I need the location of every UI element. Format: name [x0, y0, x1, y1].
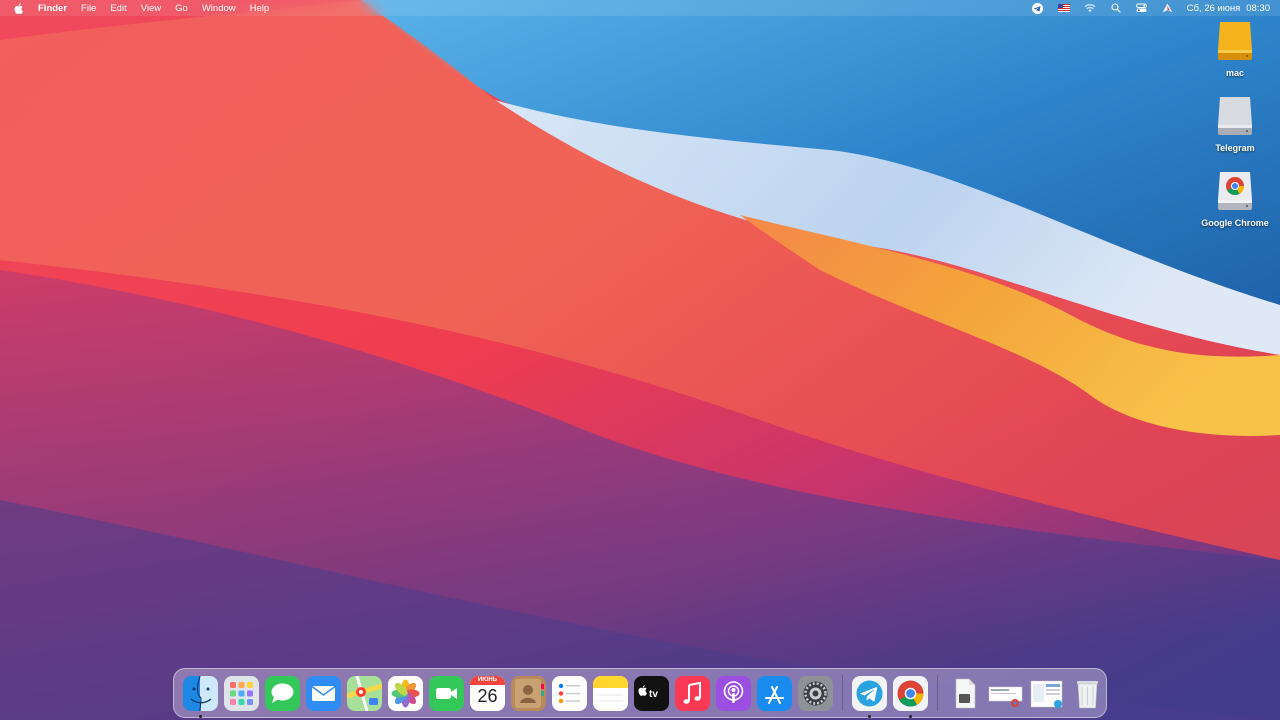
- apple-menu-icon[interactable]: [14, 2, 24, 14]
- menu-app-name[interactable]: Finder: [38, 3, 67, 14]
- dock-calendar[interactable]: ИЮНЬ 26: [470, 675, 505, 711]
- dock-photos[interactable]: [388, 675, 423, 711]
- desktop-icon-google-chrome[interactable]: Google Chrome: [1190, 170, 1280, 245]
- running-indicator: [909, 714, 912, 718]
- desktop-icon-label: mac: [1225, 68, 1244, 78]
- telegram-icon: [852, 675, 887, 711]
- dock-google-chrome[interactable]: [893, 675, 928, 718]
- music-icon: [675, 675, 710, 711]
- calendar-month: ИЮНЬ: [477, 676, 498, 683]
- chrome-disk-icon: [1213, 170, 1257, 214]
- notes-icon: [593, 675, 628, 711]
- document-icon: [955, 678, 976, 708]
- podcasts-icon: [716, 675, 751, 711]
- svg-text:tv: tv: [649, 689, 658, 700]
- running-indicator: [868, 714, 871, 718]
- dock-mail[interactable]: [306, 675, 341, 711]
- wifi-icon[interactable]: [1083, 2, 1097, 14]
- vpn-icon[interactable]: [1161, 2, 1175, 14]
- menu-help[interactable]: Help: [250, 3, 270, 14]
- dock-app-store[interactable]: [757, 675, 792, 711]
- dock-system-preferences[interactable]: [798, 675, 833, 711]
- clock-time: 08:30: [1246, 2, 1270, 14]
- chrome-icon: [893, 675, 928, 711]
- dock-downloads-stack[interactable]: [988, 676, 1023, 711]
- dock-trash[interactable]: [1070, 676, 1105, 711]
- dock-telegram[interactable]: [852, 675, 887, 718]
- reminders-icon: [552, 675, 587, 711]
- calendar-day: 26: [477, 685, 498, 706]
- dock-facetime[interactable]: [429, 675, 464, 711]
- dock-maps[interactable]: [347, 675, 382, 711]
- gear-icon: [798, 675, 833, 711]
- menu-bar: Finder File Edit View Go Window Help Сб,…: [0, 0, 1280, 16]
- dock-contacts[interactable]: [511, 675, 546, 711]
- dock-notes[interactable]: [593, 675, 628, 711]
- dock-separator: [842, 675, 843, 711]
- dock-screenshots-stack[interactable]: [1029, 676, 1064, 711]
- finder-icon: [183, 675, 218, 711]
- dock-reminders[interactable]: [552, 675, 587, 711]
- desktop-icons: mac Telegram Google Chrome: [1190, 20, 1280, 245]
- dock-launchpad[interactable]: [224, 675, 259, 711]
- running-indicator: [199, 714, 202, 718]
- control-center-icon[interactable]: [1135, 2, 1149, 14]
- trash-icon: [1077, 680, 1098, 708]
- desktop-icon-mac[interactable]: mac: [1190, 20, 1280, 95]
- desktop-icon-label: Telegram: [1215, 143, 1255, 153]
- dock-music[interactable]: [675, 675, 710, 711]
- disk-image-icon: [1213, 95, 1257, 139]
- desktop-icon-telegram[interactable]: Telegram: [1190, 95, 1280, 170]
- desktop-icon-label: Google Chrome: [1201, 218, 1269, 228]
- contacts-icon: [511, 675, 546, 711]
- dock-messages[interactable]: [265, 675, 300, 711]
- stack-icon: [988, 686, 1023, 707]
- dock-podcasts[interactable]: [716, 675, 751, 711]
- dock-finder[interactable]: [183, 675, 218, 718]
- app-store-icon: [757, 675, 792, 711]
- desktop-wallpaper: [0, 0, 1280, 720]
- menu-file[interactable]: File: [81, 3, 96, 14]
- mail-icon: [306, 675, 341, 711]
- search-icon[interactable]: [1109, 2, 1123, 14]
- dock: ИЮНЬ 26 tv: [173, 668, 1107, 718]
- menu-clock[interactable]: Сб, 26 июня 08:30: [1187, 3, 1270, 14]
- launchpad-icon: [224, 675, 259, 711]
- telegram-icon[interactable]: [1031, 2, 1045, 14]
- us-flag-icon[interactable]: [1057, 2, 1071, 14]
- apple-tv-icon: tv: [634, 675, 669, 711]
- photos-icon: [388, 675, 423, 711]
- maps-icon: [347, 675, 382, 711]
- dock-apple-tv[interactable]: tv: [634, 675, 669, 711]
- clock-date: Сб, 26 июня: [1186, 2, 1241, 14]
- dock-document[interactable]: [947, 676, 982, 711]
- menu-view[interactable]: View: [141, 3, 161, 14]
- stack-icon: [1030, 680, 1063, 708]
- menu-go[interactable]: Go: [175, 3, 188, 14]
- hard-drive-icon: [1213, 20, 1257, 64]
- facetime-icon: [429, 675, 464, 711]
- menu-window[interactable]: Window: [202, 3, 236, 14]
- status-area: Сб, 26 июня 08:30: [1031, 2, 1270, 14]
- menu-edit[interactable]: Edit: [110, 3, 126, 14]
- dock-separator: [937, 675, 938, 711]
- messages-icon: [265, 675, 300, 711]
